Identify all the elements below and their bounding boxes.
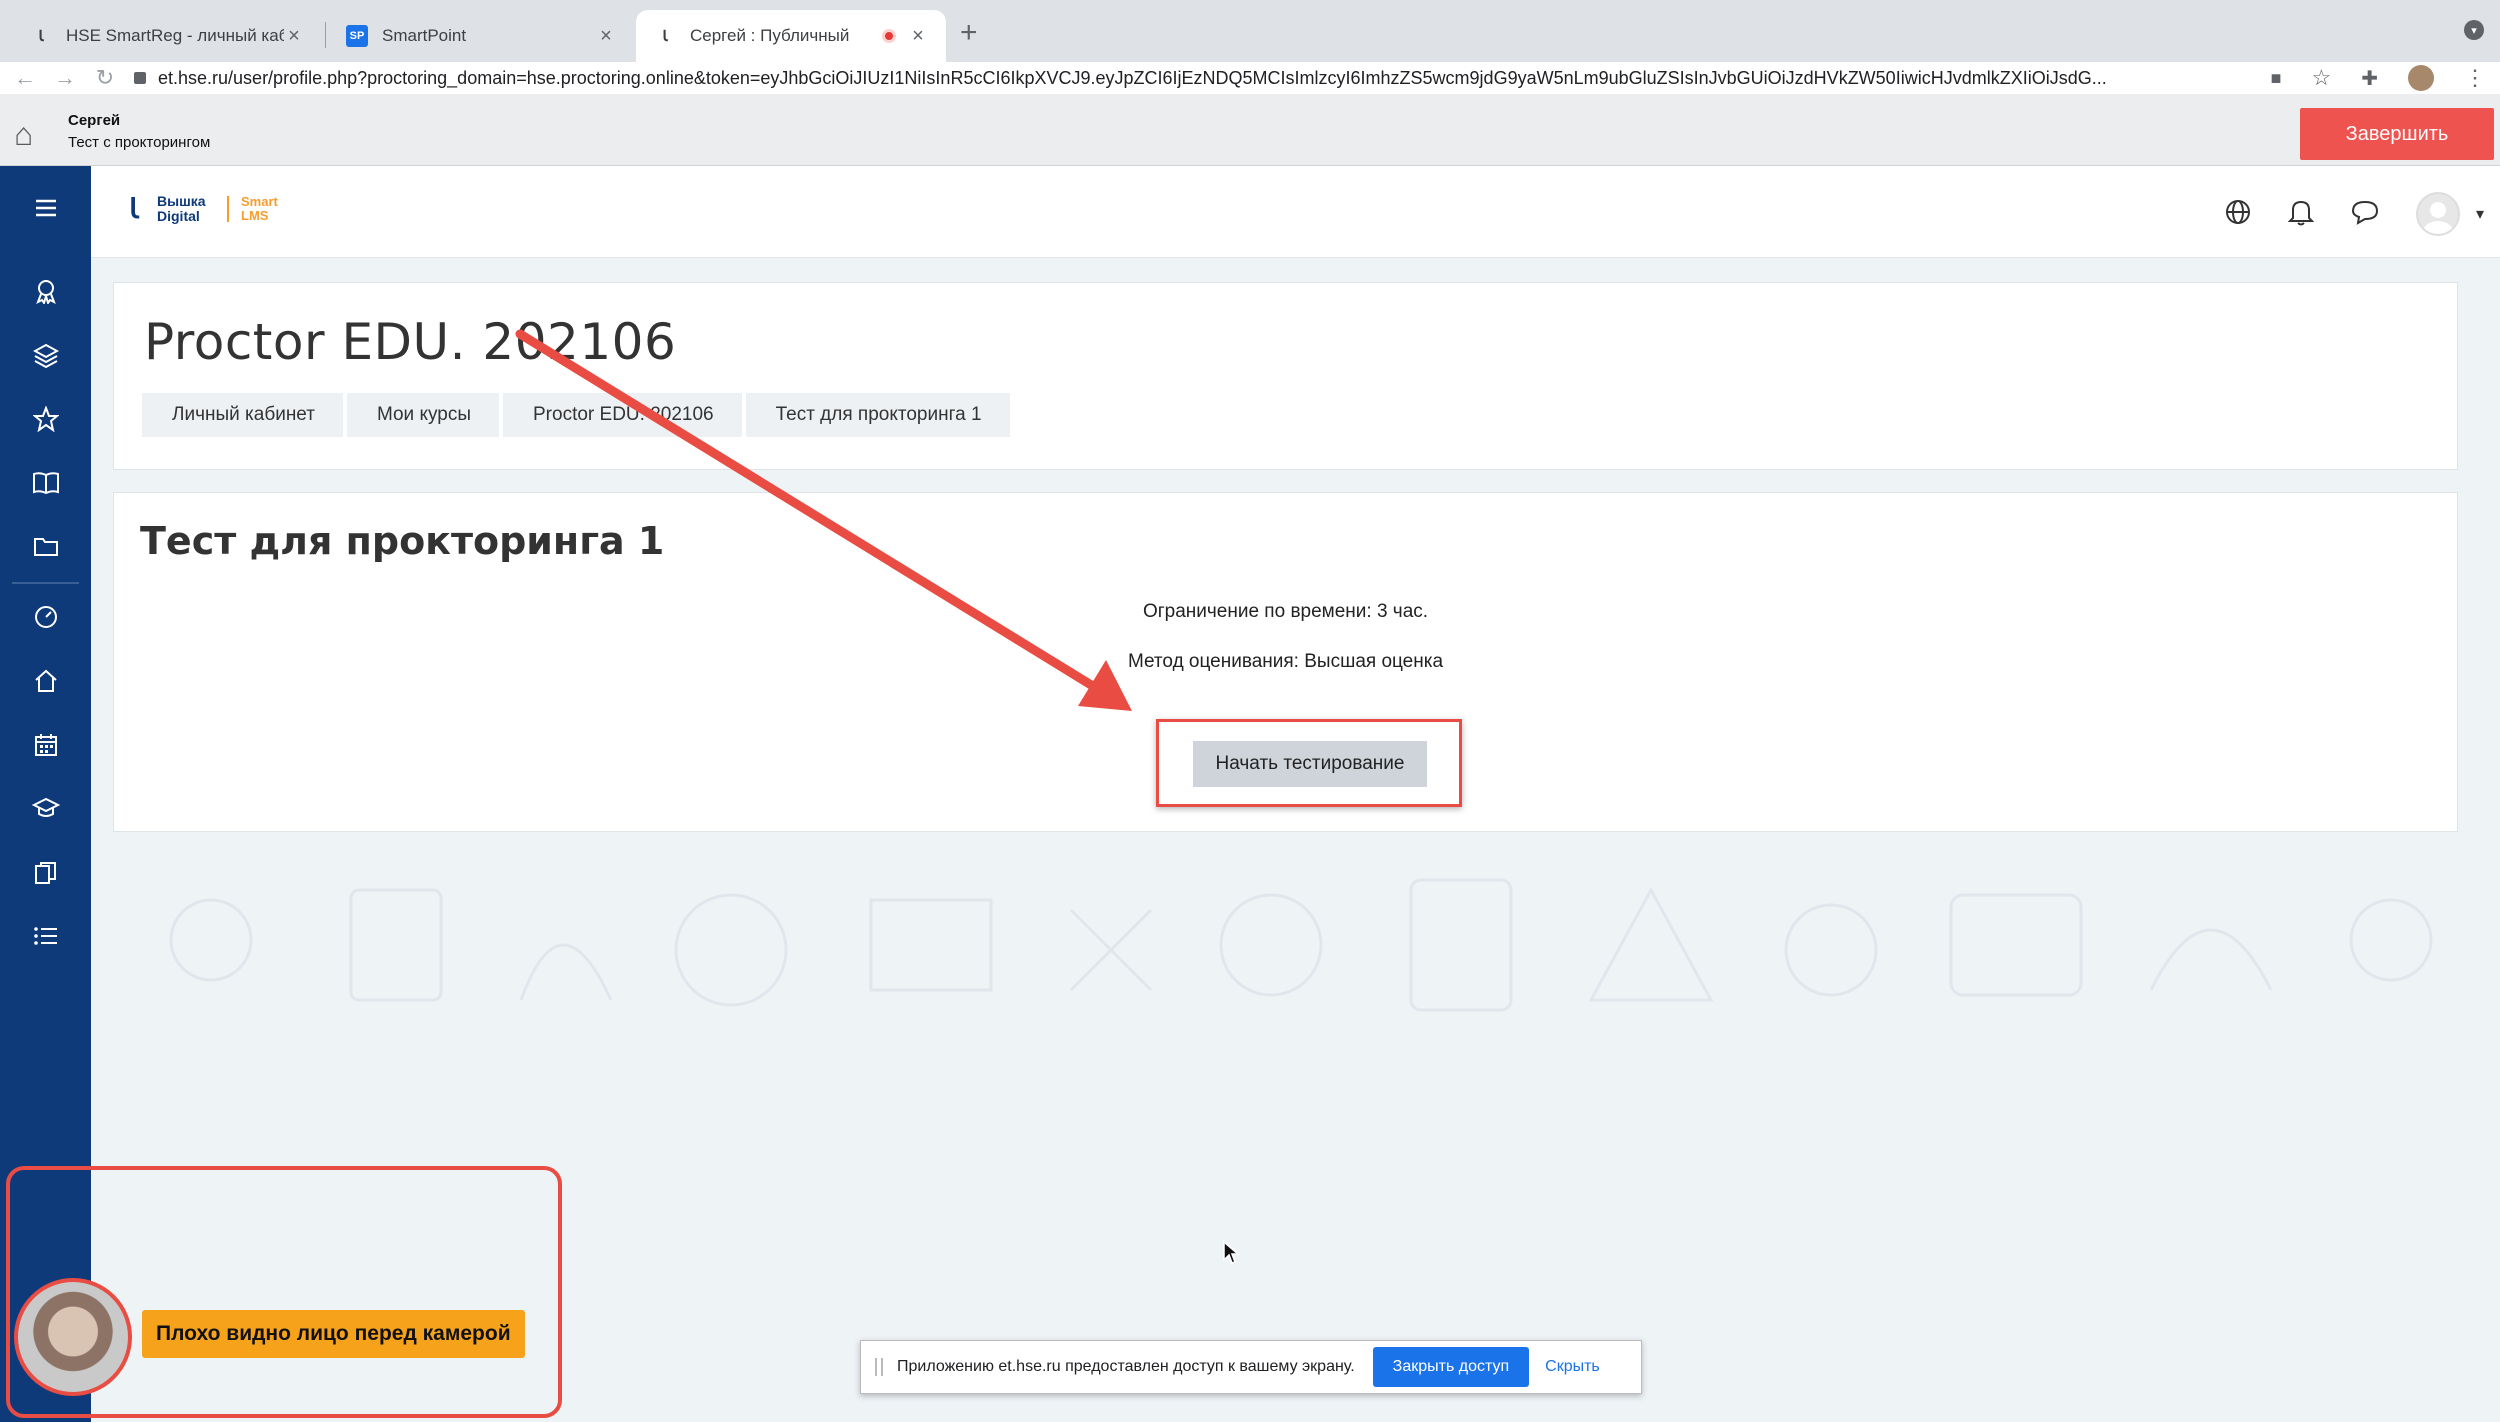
home-icon[interactable]	[0, 668, 91, 694]
calendar-icon[interactable]	[0, 732, 91, 758]
hse-logo-icon: Ꙇ	[662, 28, 668, 45]
recording-icon	[882, 29, 896, 43]
breadcrumb-item[interactable]: Тест для прокторинга 1	[745, 393, 1010, 437]
tab-search-icon[interactable]: ▾	[2464, 20, 2484, 40]
address-bar[interactable]: et.hse.ru/user/profile.php?proctoring_do…	[134, 68, 2234, 89]
course-header-card: Proctor EDU. 202106 Личный кабинет Мои к…	[113, 282, 2458, 470]
proctor-user-name: Сергей	[68, 112, 121, 129]
logo-product-text: Smart LMS	[241, 194, 278, 223]
webcam-warning-message: Плохо видно лицо перед камерой	[142, 1310, 525, 1358]
browser-toolbar: ← → ↻ et.hse.ru/user/profile.php?proctor…	[0, 62, 2500, 94]
new-tab-icon[interactable]: +	[960, 16, 978, 50]
drag-handle-icon[interactable]	[875, 1358, 883, 1376]
tab-title: SmartPoint	[382, 26, 467, 45]
graduation-cap-icon[interactable]	[0, 796, 91, 820]
chevron-down-icon[interactable]: ▾	[2476, 204, 2484, 224]
quiz-card: Тест для прокторинга 1 Ограничение по вр…	[113, 492, 2458, 832]
close-tab-icon[interactable]: ×	[908, 25, 928, 48]
logo-brand-text: Вышка Digital	[157, 193, 206, 224]
browser-tab-bar: Ꙇ HSE SmartReg - личный кабинет × SP Sma…	[0, 0, 2500, 62]
reload-icon[interactable]: ↻	[90, 65, 120, 91]
hamburger-menu-icon[interactable]	[0, 198, 91, 218]
webcam-preview	[14, 1278, 132, 1396]
proctoring-bar: ⌂ Сергей Тест с прокторингом Завершить	[0, 94, 2500, 166]
close-tab-icon[interactable]: ×	[284, 25, 304, 48]
browser-tab[interactable]: SP SmartPoint ×	[328, 10, 634, 62]
page-title: Proctor EDU. 202106	[144, 313, 677, 371]
stop-sharing-button[interactable]: Закрыть доступ	[1372, 1347, 1530, 1387]
chat-icon[interactable]	[2350, 198, 2380, 231]
breadcrumb-item[interactable]: Мои курсы	[346, 393, 499, 437]
documents-icon[interactable]	[0, 860, 91, 886]
tab-title: HSE SmartReg - личный кабинет	[66, 26, 284, 45]
user-avatar[interactable]	[2415, 192, 2460, 236]
lock-icon	[134, 72, 146, 84]
screen-share-bar: Приложению et.hse.ru предоставлен доступ…	[860, 1340, 1642, 1394]
mouse-cursor-icon	[1223, 1240, 1240, 1264]
start-button-highlight: Начать тестирование	[1156, 719, 1462, 807]
start-attempt-button[interactable]: Начать тестирование	[1193, 741, 1427, 787]
quiz-title: Тест для прокторинга 1	[140, 519, 665, 563]
breadcrumb: Личный кабинет Мои курсы Proctor EDU. 20…	[142, 393, 1014, 437]
bell-icon[interactable]	[2287, 198, 2315, 231]
hse-logo-icon: Ꙇ	[38, 28, 44, 45]
camera-icon[interactable]: ■	[2271, 68, 2282, 89]
hide-link[interactable]: Скрыть	[1545, 1358, 1600, 1376]
back-icon[interactable]: ←	[10, 65, 40, 91]
home-icon[interactable]: ⌂	[14, 116, 33, 153]
language-globe-icon[interactable]	[2224, 198, 2252, 231]
badge-icon[interactable]	[0, 278, 91, 304]
url-text: et.hse.ru/user/profile.php?proctoring_do…	[158, 67, 2107, 88]
grading-method-text: Метод оценивания: Высшая оценка	[1127, 651, 1444, 672]
star-icon[interactable]	[0, 406, 91, 432]
smart-lms-logo[interactable]: Ꙇ Вышка Digital Smart LMS	[129, 194, 281, 224]
profile-avatar[interactable]	[2408, 65, 2434, 91]
proctor-session-label: Тест с прокторингом	[68, 134, 211, 151]
layers-icon[interactable]	[0, 342, 91, 368]
browser-tab-active[interactable]: Ꙇ Сергей : Публичный ×	[636, 10, 946, 62]
menu-icon[interactable]: ⋮	[2464, 65, 2486, 91]
list-icon[interactable]	[0, 924, 91, 948]
bookmark-star-icon[interactable]: ☆	[2312, 65, 2332, 91]
tab-title: Сергей : Публичный	[690, 26, 850, 45]
breadcrumb-item[interactable]: Личный кабинет	[142, 393, 343, 437]
smartpoint-icon: SP	[346, 25, 368, 47]
folder-icon[interactable]	[0, 534, 91, 558]
open-book-icon[interactable]	[0, 470, 91, 496]
screen-share-message: Приложению et.hse.ru предоставлен доступ…	[897, 1358, 1355, 1375]
breadcrumb-item[interactable]: Proctor EDU. 202106	[503, 393, 742, 437]
dashboard-icon[interactable]	[0, 604, 91, 630]
time-limit-text: Ограничение по времени: 3 час.	[1142, 601, 1429, 622]
finish-button[interactable]: Завершить	[2300, 108, 2494, 160]
lms-header: Ꙇ Вышка Digital Smart LMS ▾	[91, 166, 2500, 258]
browser-tab[interactable]: Ꙇ HSE SmartReg - личный кабинет ×	[12, 10, 322, 62]
doodle-background	[169, 878, 2433, 1012]
extensions-icon[interactable]: ✚	[2361, 66, 2378, 91]
close-tab-icon[interactable]: ×	[596, 25, 616, 48]
forward-icon[interactable]: →	[50, 65, 80, 91]
